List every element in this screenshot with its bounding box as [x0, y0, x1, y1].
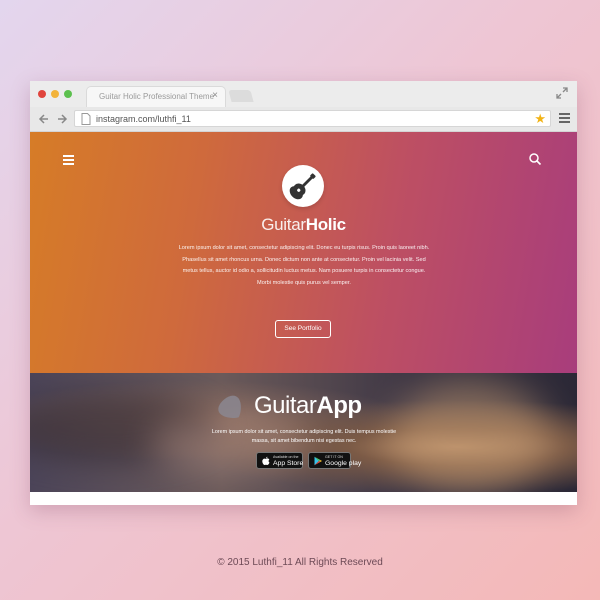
app-title-bold: App — [316, 392, 362, 419]
copyright-text: © 2015 Luthfi_11 All Rights Reserved — [217, 557, 383, 568]
hero-section: GuitarHolic Lorem ipsum dolor sit amet, … — [30, 132, 577, 373]
minimize-window-dot[interactable] — [51, 90, 59, 98]
google-play-caption: GET IT ON — [325, 455, 343, 459]
app-title-light: Guitar — [254, 392, 317, 419]
new-tab-button[interactable] — [228, 90, 254, 102]
tab-bar: Guitar Holic Professional Theme × — [30, 81, 577, 107]
see-portfolio-button[interactable]: See Portfolio — [275, 320, 331, 338]
guitar-icon — [289, 173, 316, 200]
star-icon[interactable]: ★ — [534, 111, 546, 126]
hero-paragraph: Lorem ipsum dolor sit amet, consectetur … — [178, 245, 430, 286]
hamburger-menu-icon[interactable] — [63, 155, 74, 165]
browser-window: Guitar Holic Professional Theme × instag… — [30, 81, 577, 505]
brand-title-bold: Holic — [305, 215, 346, 234]
page-bottom-strip — [30, 492, 577, 505]
search-icon[interactable] — [528, 152, 542, 166]
address-bar[interactable]: instagram.com/luthfi_11 ★ — [74, 110, 551, 127]
app-paragraph: Lorem ipsum dolor sit amet, consectetur … — [211, 429, 397, 444]
guitar-app-section: GuitarApp Lorem ipsum dolor sit amet, co… — [30, 373, 577, 492]
google-play-label: Google play — [325, 459, 362, 467]
logo[interactable] — [282, 165, 324, 207]
google-play-icon — [314, 456, 322, 466]
url-text: instagram.com/luthfi_11 — [96, 114, 191, 124]
background-blur — [390, 383, 550, 492]
forward-arrow-icon[interactable] — [55, 112, 69, 126]
app-store-caption: Available on the — [273, 455, 299, 459]
back-arrow-icon[interactable] — [37, 112, 51, 126]
app-title: GuitarApp — [254, 392, 362, 420]
app-store-label: App Store — [273, 459, 304, 467]
tab-title: Guitar Holic Professional Theme — [99, 92, 215, 101]
close-window-dot[interactable] — [38, 90, 46, 98]
apple-icon — [262, 456, 270, 465]
browser-tab[interactable]: Guitar Holic Professional Theme × — [86, 86, 226, 107]
expand-icon[interactable] — [555, 86, 569, 100]
brand-title-light: Guitar — [261, 215, 306, 234]
menu-icon[interactable] — [559, 113, 570, 123]
google-play-button[interactable]: GET IT ON Google play — [308, 452, 361, 469]
guitar-pick-icon — [218, 395, 241, 418]
browser-toolbar: instagram.com/luthfi_11 ★ — [30, 107, 577, 132]
maximize-window-dot[interactable] — [64, 90, 72, 98]
close-icon[interactable]: × — [212, 90, 218, 101]
brand-title: GuitarHolic — [30, 215, 577, 235]
app-store-button[interactable]: Available on the App Store — [256, 452, 303, 469]
page-icon — [81, 113, 91, 125]
